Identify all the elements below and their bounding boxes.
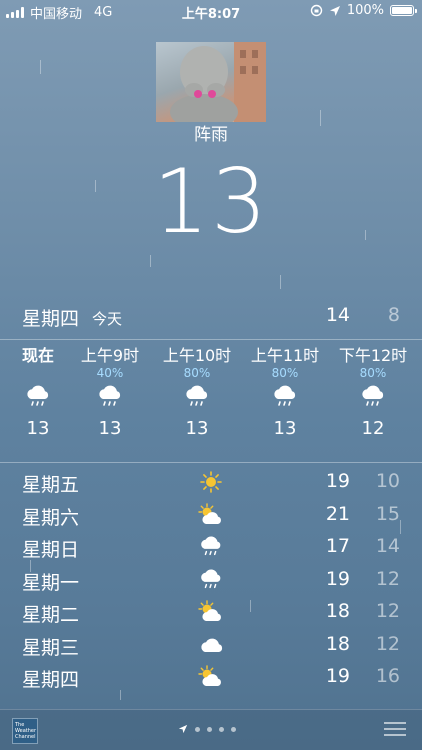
daily-low: 14	[375, 535, 400, 557]
daily-high: 18	[325, 632, 350, 655]
today-low: 8	[387, 304, 400, 326]
sun-icon	[196, 469, 226, 495]
hour-label: 上午11时	[250, 346, 320, 365]
daily-high: 18	[325, 600, 350, 622]
hour-precip	[0, 366, 78, 380]
rain-cloud-icon	[157, 380, 237, 414]
partly-cloudy-icon	[196, 599, 226, 625]
page-dot	[231, 726, 236, 732]
page-indicator[interactable]	[178, 724, 236, 734]
divider	[0, 462, 422, 463]
partly-cloudy-icon	[196, 502, 226, 528]
rain-cloud-icon	[0, 380, 78, 414]
hour-temp: 13	[185, 418, 209, 439]
daily-day: 星期三	[22, 636, 80, 659]
hour-precip: 80%	[183, 366, 211, 380]
location-arrow-icon	[178, 724, 188, 734]
status-bar: 中国移动 4G 上午8:07 100%	[0, 0, 422, 22]
cloud-icon	[196, 632, 226, 658]
daily-low: 12	[375, 567, 400, 590]
daily-row: 星期一 19 12	[0, 564, 422, 597]
page-dot	[219, 726, 224, 732]
hour-temp: 12	[361, 418, 385, 439]
rain-cloud-icon	[333, 380, 413, 414]
current-temperature: 13	[153, 150, 269, 253]
rain-cloud-icon	[70, 380, 150, 414]
daily-low: 10	[375, 470, 400, 492]
daily-day: 星期日	[22, 539, 80, 561]
daily-row: 星期六 21 15	[0, 499, 422, 532]
partly-cloudy-icon	[196, 664, 226, 690]
hour-precip: 40%	[96, 366, 124, 380]
daily-row: 星期三 18 12	[0, 629, 422, 662]
daily-row: 星期四 19 16	[0, 661, 422, 694]
city-list-icon[interactable]	[384, 722, 406, 736]
daily-high: 19	[325, 470, 350, 492]
hour-item: 上午9时 40% 13	[70, 346, 150, 439]
daily-day: 星期四	[22, 669, 80, 691]
daily-low: 12	[375, 600, 400, 622]
rain-cloud-icon	[196, 567, 226, 593]
battery-percent: 100%	[346, 3, 384, 18]
hour-temp: 13	[273, 418, 297, 439]
daily-low: 16	[375, 665, 400, 687]
location-photo	[156, 42, 266, 122]
orientation-lock-icon	[310, 4, 323, 17]
daily-high: 17	[325, 535, 350, 557]
daily-low: 15	[375, 502, 400, 525]
daily-high: 21	[325, 502, 350, 525]
today-high: 14	[325, 304, 350, 326]
daily-forecast[interactable]: 星期五 19 10 星期六 21 15 星期日 17 14 星期一 19 12 …	[0, 466, 422, 694]
rain-cloud-icon	[245, 380, 325, 414]
battery-icon	[390, 5, 417, 16]
hour-precip: 80%	[359, 366, 387, 380]
weather-channel-logo[interactable]: The Weather Channel	[12, 718, 38, 744]
daily-high: 19	[325, 665, 350, 687]
daily-day: 星期一	[22, 571, 80, 594]
hour-temp: 13	[26, 418, 50, 439]
page-dot	[195, 726, 200, 732]
hour-item: 下午12时 80% 12	[333, 346, 413, 439]
hour-label: 上午10时	[162, 346, 232, 365]
bottom-toolbar: The Weather Channel	[0, 709, 422, 750]
daily-row: 星期日 17 14	[0, 531, 422, 564]
hour-item: 现在 13	[0, 346, 78, 439]
page-dot	[207, 726, 212, 732]
today-summary: 星期四 今天 14 8	[0, 302, 422, 332]
hour-item: 上午10时 80% 13	[157, 346, 237, 439]
rain-cloud-icon	[196, 534, 226, 560]
hourly-forecast[interactable]: 现在 13 上午9时 40% 13 上午10时 80% 13 上午11时 80%…	[0, 346, 422, 452]
daily-day: 星期二	[22, 604, 80, 626]
today-tag: 今天	[92, 310, 123, 328]
hour-temp: 13	[98, 418, 122, 439]
daily-low: 12	[375, 632, 400, 655]
daily-day: 星期五	[22, 474, 80, 496]
weather-channel-logo-text: The Weather Channel	[15, 722, 37, 740]
daily-day: 星期六	[22, 506, 80, 529]
daily-row: 星期二 18 12	[0, 596, 422, 629]
hour-label: 下午12时	[338, 346, 408, 365]
location-arrow-icon	[329, 5, 340, 16]
today-day: 星期四	[22, 308, 80, 330]
hour-label: 现在	[21, 346, 54, 365]
hour-precip: 80%	[271, 366, 299, 380]
divider	[0, 339, 422, 340]
current-condition: 阵雨	[194, 125, 228, 145]
daily-row: 星期五 19 10	[0, 466, 422, 499]
hour-label: 上午9时	[80, 346, 140, 365]
daily-high: 19	[325, 567, 350, 590]
hour-item: 上午11时 80% 13	[245, 346, 325, 439]
